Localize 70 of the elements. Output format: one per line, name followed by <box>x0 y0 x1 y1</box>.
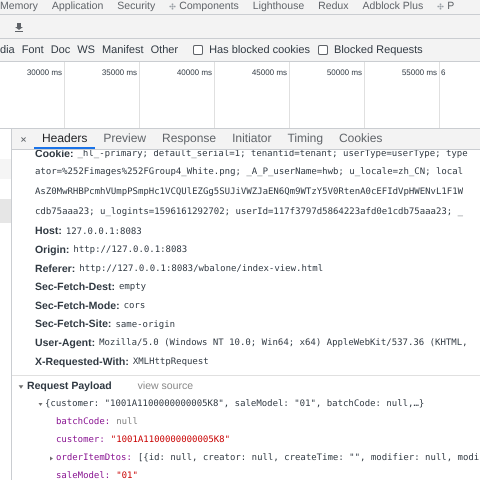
property-key: orderItemDtos: <box>56 452 132 466</box>
expanded-triangle-icon <box>38 402 43 408</box>
header-name: User-Agent: <box>35 336 96 351</box>
detail-tab[interactable]: Preview <box>95 129 154 149</box>
detail-tab[interactable]: Cookies <box>331 129 390 149</box>
filter-type-button[interactable]: Font <box>22 42 44 58</box>
header-value: 127.0.0.1:8083 <box>66 226 142 239</box>
filter-checkbox[interactable]: Blocked Requests <box>318 42 423 58</box>
object-summary-toggle[interactable]: {customer: "1001A1100000000005K8", saleModel: "01", batchCode: null,…} <box>38 398 424 412</box>
filter-type-button[interactable]: WS <box>77 42 95 58</box>
header-name: Sec-Fetch-Mode: <box>35 298 120 314</box>
filter-type-button[interactable]: Other <box>150 42 178 58</box>
panel-tab[interactable]: Security <box>110 0 162 14</box>
filter-type-button[interactable]: dia <box>0 42 15 58</box>
panel-tab[interactable]: Lighthouse <box>246 0 312 14</box>
property-value: [{id: null, creator: null, createTime: "", modifier: null, modi <box>138 452 480 465</box>
timeline-tick-label: 45000 ms <box>252 67 287 79</box>
filter-checkbox[interactable]: Has blocked cookies <box>193 42 310 58</box>
panel-tab[interactable]: Adblock Plus <box>356 0 430 14</box>
header-value: empty <box>118 281 146 294</box>
panel-tab[interactable]: Application <box>44 0 110 14</box>
panel-tab[interactable]: Components <box>162 0 246 14</box>
header-value: cdb75aaa23; u_logints=1596161292702; userId=117f3797d5864223afd0e1cdb75aaa23; _ <box>35 206 464 220</box>
panel-tab[interactable]: P <box>430 0 462 14</box>
view-source-link[interactable]: view source <box>138 378 194 395</box>
panel-tab[interactable]: Redux <box>311 0 356 14</box>
header-name: X-Requested-With: <box>35 354 129 370</box>
detail-tab[interactable]: Timing <box>279 129 332 149</box>
filter-type-button[interactable]: Doc <box>50 42 70 58</box>
timeline-tick-label: 30000 ms <box>26 67 62 79</box>
property-key: saleModel: <box>56 470 110 480</box>
checkbox[interactable] <box>318 45 328 55</box>
header-name: Origin: <box>35 243 70 258</box>
property-toggle[interactable]: orderItemDtos: [{id: null, creator: null, createTime: "", modifier: null, modi <box>49 452 480 466</box>
header-value: Mozilla/5.0 (Windows NT 10.0; Win64; x64) AppleWebKit/537.36 (KHTML, <box>99 337 468 350</box>
detail-tab[interactable]: Headers <box>34 129 96 149</box>
close-icon <box>20 136 26 142</box>
filter-type-button[interactable]: Manifest <box>102 42 144 58</box>
detail-tab[interactable]: Initiator <box>224 129 280 149</box>
header-value: same-origin <box>115 318 176 332</box>
property-key: batchCode: <box>56 416 110 430</box>
header-value: ator=%252Fimages%252FGroup4_White.png; _A_P_userName=hwb; u_locale=zh_CN; local <box>35 166 464 180</box>
timeline-tick-label: 40000 ms <box>176 67 212 79</box>
header-name: Host: <box>35 224 62 240</box>
flower-icon <box>437 3 444 10</box>
header-value: XMLHttpRequest <box>132 356 209 369</box>
download-icon <box>14 22 24 32</box>
section-toggle[interactable]: Request Payload <box>18 378 112 395</box>
timeline-tick-label: 35000 ms <box>102 67 137 79</box>
expanded-triangle-icon <box>18 384 24 390</box>
collapsed-triangle-icon <box>49 456 54 462</box>
flower-icon <box>169 3 176 10</box>
panel-tab[interactable]: Memory <box>0 0 45 14</box>
header-name: Sec-Fetch-Dest: <box>35 280 115 296</box>
timeline-tick-label: 55000 ms <box>402 67 437 79</box>
header-value: cors <box>124 300 146 313</box>
property-key: customer: <box>56 434 105 448</box>
header-name: Sec-Fetch-Site: <box>35 317 112 332</box>
header-value: http://127.0.0.1:8083/wbalone/index-view.html <box>79 262 324 276</box>
detail-tab[interactable]: Response <box>154 129 224 149</box>
checkbox[interactable] <box>193 45 204 55</box>
header-value: http://127.0.0.1:8083 <box>73 244 188 258</box>
header-value: AsZ0MwRHBPcmhVUmpPSmpHc1VCQUlEZGg5SUJiVWZJaEN6Qm9WTzY5V0RtenA0cEFIdVpHWENvL1F1W <box>35 186 464 200</box>
timeline-tick-label: 6 <box>441 67 446 79</box>
header-name: Cookie: <box>35 150 74 162</box>
property-value: null <box>116 416 138 429</box>
header-name: Referer: <box>35 262 76 277</box>
property-value: "01" <box>116 470 138 480</box>
timeline-tick-label: 50000 ms <box>326 67 362 79</box>
property-value: "1001A1100000000005K8" <box>110 434 230 447</box>
